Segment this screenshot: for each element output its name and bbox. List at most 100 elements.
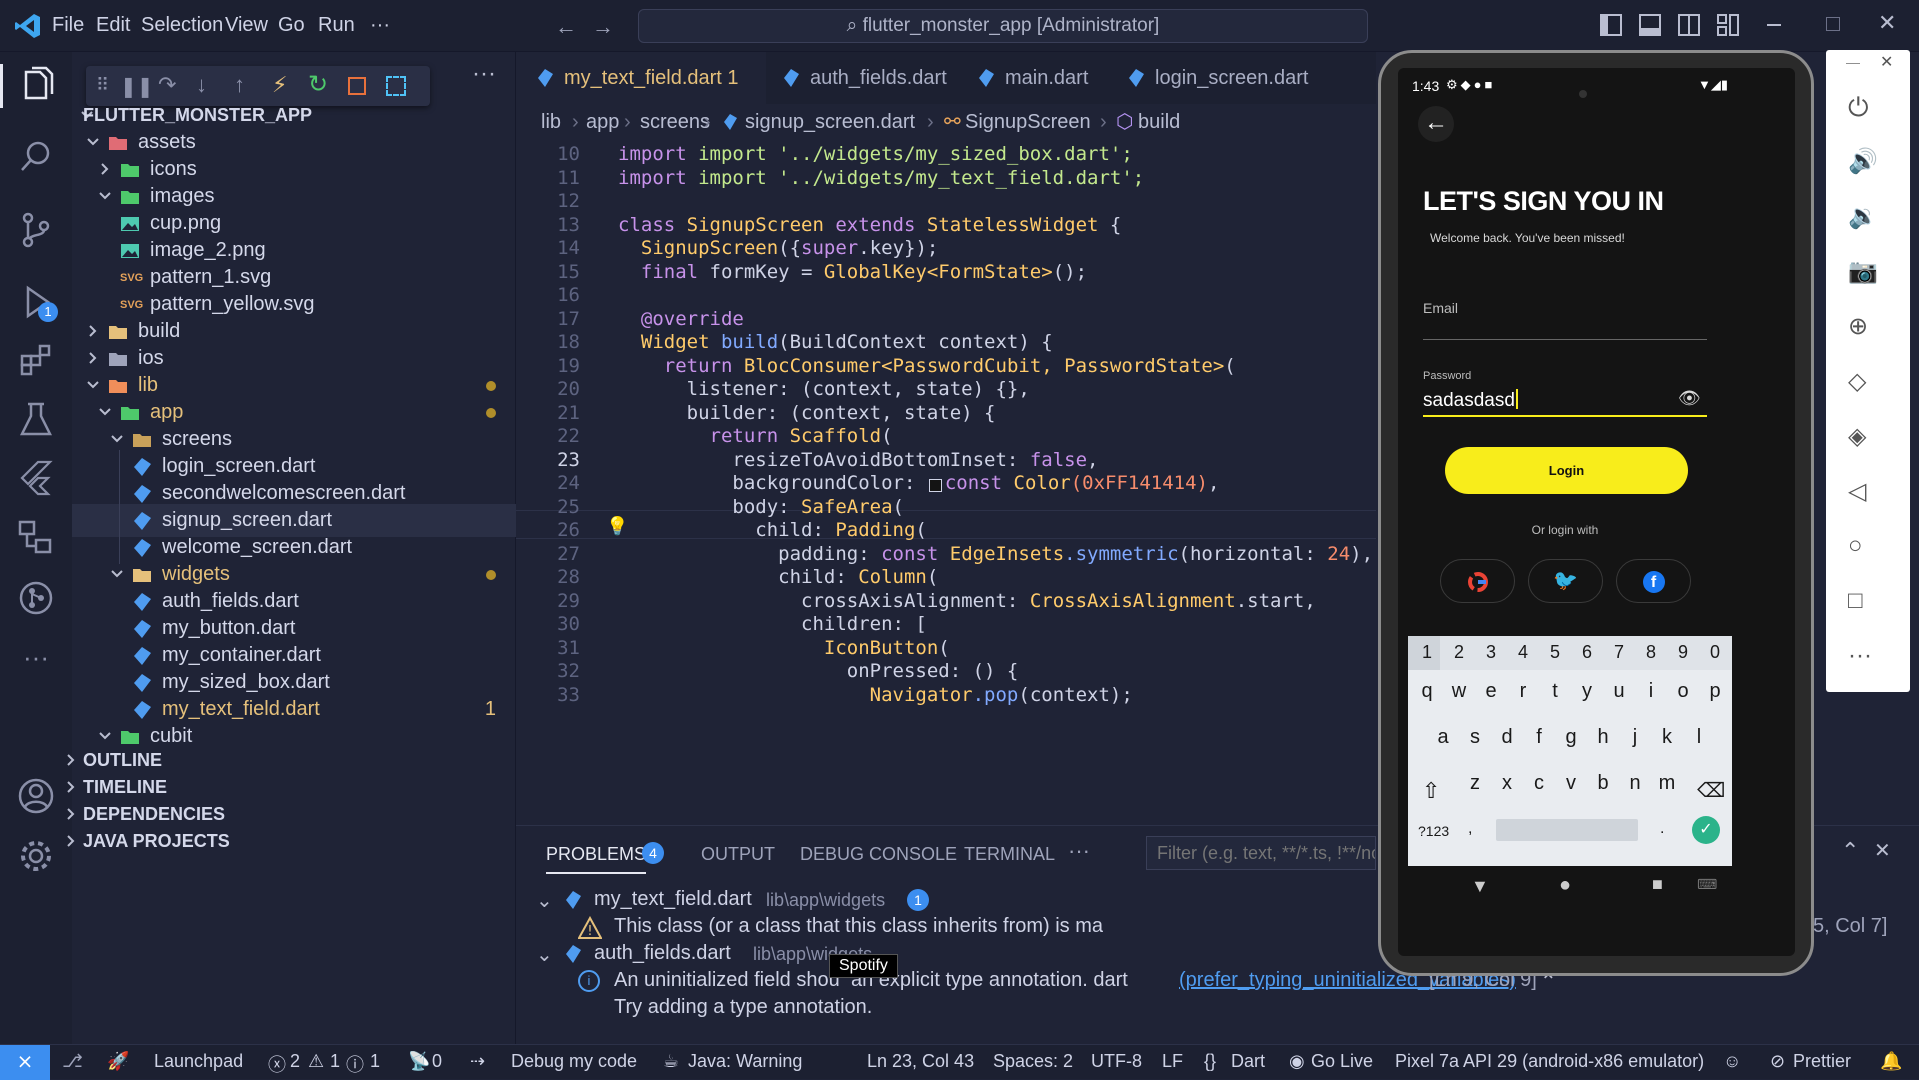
tab-login-screen[interactable]: login_screen.dart [1111, 52, 1376, 104]
step-over-icon[interactable]: ↷ [158, 72, 176, 98]
breadcrumb-class[interactable]: SignupScreen [965, 104, 1091, 140]
manage-gear-icon[interactable] [16, 836, 56, 876]
keyboard-key[interactable]: 0 [1696, 642, 1734, 663]
keyboard-key[interactable]: m [1648, 772, 1686, 795]
code-editor[interactable]: 10 11 12 13 14 15 16 17 18 19 20 21 22 23 24 25 26 27 28 29… [516, 140, 1376, 825]
info-message-start[interactable]: An uninitialized field shou [614, 969, 840, 992]
extensions-icon[interactable] [16, 340, 56, 380]
breadcrumb-file[interactable]: signup_screen.dart [745, 104, 915, 140]
problem-file-row[interactable]: ⌄ [536, 942, 553, 967]
breadcrumb-app[interactable]: app [586, 104, 619, 140]
nav-recents-icon[interactable]: ■ [1652, 874, 1663, 895]
java-status[interactable]: Java: Warning [688, 1051, 802, 1072]
info-count[interactable]: 1 [370, 1051, 380, 1072]
debug-status[interactable]: Debug my code [511, 1051, 637, 1072]
customize-layout-icon[interactable] [1717, 14, 1739, 36]
close-window-icon[interactable]: ✕ [1878, 10, 1896, 36]
tab-main[interactable]: main.dart [961, 52, 1111, 104]
color-swatch[interactable] [928, 479, 942, 492]
spacebar-key[interactable] [1496, 819, 1638, 841]
command-center[interactable]: ⌕ flutter_monster_app [Administrator] [638, 9, 1368, 43]
toggle-panel-icon[interactable] [1639, 14, 1661, 36]
zoom-icon[interactable]: ⊕ [1848, 312, 1878, 342]
emulator-screen[interactable]: 1:43 ⚙◆●■ ▼◢▮ ← LET'S SIGN YOU IN Welcom… [1398, 68, 1795, 956]
shift-key[interactable]: ⇧ [1422, 778, 1440, 804]
encoding[interactable]: UTF-8 [1091, 1051, 1142, 1072]
facebook-login-button[interactable]: f [1616, 559, 1691, 603]
language-mode[interactable]: Dart [1231, 1051, 1265, 1072]
tab-auth-fields[interactable]: auth_fields.dart [766, 52, 961, 104]
section-java-projects[interactable]: JAVA PROJECTS [67, 825, 516, 858]
tab-debug-console[interactable]: DEBUG CONSOLE [800, 844, 957, 865]
search-icon[interactable] [16, 137, 56, 177]
checkmark-icon[interactable]: ✓ [1692, 816, 1720, 844]
line-ending[interactable]: LF [1162, 1051, 1183, 1072]
copilot-icon[interactable]: ☺ [1723, 1051, 1741, 1072]
comma-key[interactable]: , [1468, 820, 1472, 838]
problem-file-row[interactable]: ⌄ [536, 888, 553, 913]
login-button[interactable]: Login [1445, 447, 1688, 494]
nav-back-icon[interactable]: ▼ [1471, 876, 1489, 897]
go-live-button[interactable]: Go Live [1311, 1051, 1373, 1072]
menu-go[interactable]: Go [278, 14, 305, 37]
remote-indicator-icon[interactable]: ⨯ [0, 1045, 50, 1080]
email-field[interactable] [1423, 339, 1707, 340]
menu-view[interactable]: View [225, 14, 268, 37]
menu-edit[interactable]: Edit [96, 14, 130, 37]
forward-arrow-icon[interactable]: → [592, 14, 614, 40]
remote-explorer-icon[interactable] [16, 518, 56, 558]
menu-more[interactable]: ··· [370, 14, 390, 37]
warning-message[interactable]: This class (or a class that this class i… [614, 915, 1104, 938]
more-options-icon[interactable]: ··· [1848, 642, 1878, 672]
rotate-left-icon[interactable]: ◇ [1848, 367, 1878, 397]
explorer-more-icon[interactable]: ··· [472, 60, 496, 88]
hot-reload-icon[interactable]: ⚡ [272, 72, 287, 98]
backspace-key[interactable]: ⌫ [1697, 778, 1725, 803]
toggle-secondary-sidebar-icon[interactable] [1678, 14, 1700, 36]
launchpad-button[interactable]: Launchpad [154, 1051, 243, 1072]
error-count[interactable]: 2 [290, 1051, 300, 1072]
emulator-close-icon[interactable]: ✕ [1880, 52, 1893, 72]
toggle-sidebar-icon[interactable] [1600, 14, 1622, 36]
step-out-icon[interactable]: ↑ [234, 72, 245, 98]
prettier-status[interactable]: Prettier [1793, 1051, 1851, 1072]
symbols-key[interactable]: ?123 [1418, 823, 1449, 839]
restart-icon[interactable]: ↻ [308, 70, 328, 99]
indentation[interactable]: Spaces: 2 [993, 1051, 1073, 1072]
drag-handle-icon[interactable]: ⠿ [96, 75, 109, 96]
maximize-window-icon[interactable] [1826, 17, 1840, 31]
password-field[interactable]: sadasdasd [1423, 389, 1518, 412]
tab-terminal[interactable]: TERMINAL [964, 844, 1055, 865]
notifications-bell-icon[interactable]: 🔔 [1880, 1051, 1902, 1072]
menu-file[interactable]: File [52, 14, 84, 37]
home-nav-icon[interactable]: ○ [1848, 532, 1878, 562]
run-debug-icon[interactable]: 1 [16, 282, 58, 322]
warning-count[interactable]: 1 [330, 1051, 340, 1072]
camera-icon[interactable]: 📷 [1848, 257, 1878, 287]
ports-count[interactable]: 0 [432, 1051, 442, 1072]
maximize-panel-icon[interactable]: ⌃ [1841, 838, 1859, 864]
tab-output[interactable]: OUTPUT [701, 844, 775, 865]
devtools-icon[interactable] [386, 76, 406, 96]
keyboard-key[interactable]: l [1680, 726, 1718, 749]
accounts-icon[interactable] [16, 776, 56, 816]
tab-my-text-field[interactable]: my_text_field.dart 1 [516, 52, 766, 104]
menu-run[interactable]: Run [318, 14, 355, 37]
testing-icon[interactable] [16, 400, 56, 440]
back-nav-icon[interactable]: ◁ [1848, 477, 1878, 507]
keyboard-key[interactable]: p [1696, 680, 1734, 703]
flutter-icon[interactable] [16, 458, 56, 498]
eye-icon[interactable]: 👁 [1678, 388, 1701, 409]
back-arrow-icon[interactable]: ← [555, 14, 577, 40]
nav-home-icon[interactable]: ● [1559, 874, 1571, 897]
breadcrumb-screens[interactable]: screens [640, 104, 710, 140]
close-panel-icon[interactable]: ✕ [1874, 838, 1891, 863]
back-button[interactable]: ← [1418, 106, 1454, 142]
breadcrumb-lib[interactable]: lib [541, 104, 561, 140]
device-selector[interactable]: Pixel 7a API 29 (android-x86 emulator) [1395, 1051, 1704, 1072]
breadcrumb-method[interactable]: build [1138, 104, 1180, 140]
more-views-icon[interactable]: ··· [16, 642, 56, 682]
cursor-position[interactable]: Ln 23, Col 43 [867, 1051, 974, 1072]
volume-up-icon[interactable]: 🔊 [1848, 147, 1878, 177]
stop-icon[interactable] [348, 77, 366, 95]
